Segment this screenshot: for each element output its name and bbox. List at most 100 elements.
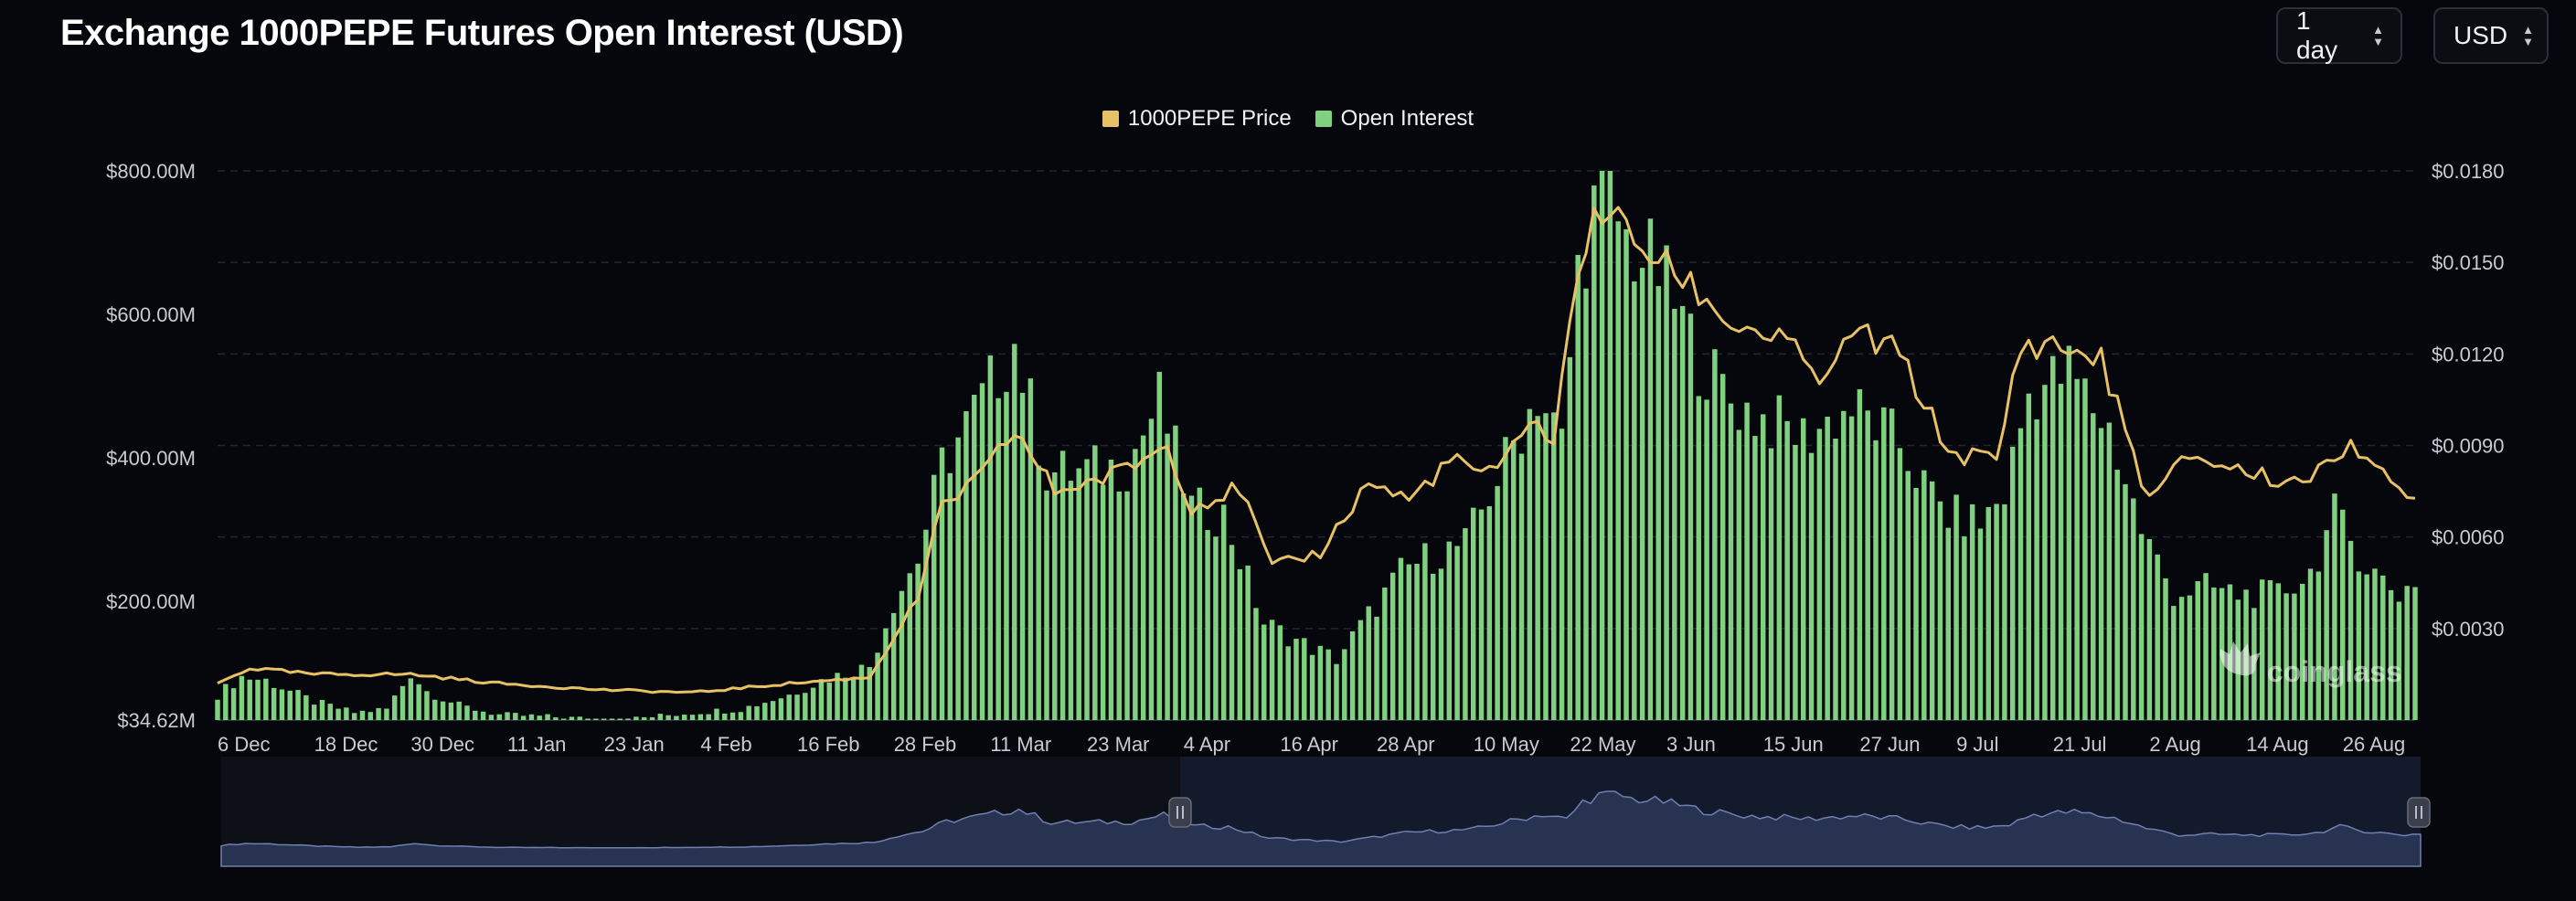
x-axis-tick-label: 2 Aug bbox=[2149, 733, 2200, 756]
x-axis-tick-label: 28 Apr bbox=[1377, 733, 1435, 756]
open-interest-bar bbox=[883, 628, 889, 720]
left-y-axis: $800.00M $600.00M $400.00M $200.00M $34.62M bbox=[106, 160, 196, 732]
open-interest-bar bbox=[1962, 535, 1967, 720]
open-interest-bar bbox=[1389, 572, 1396, 720]
open-interest-bar bbox=[2171, 606, 2177, 720]
right-axis-tick-label: $0.0090 bbox=[2432, 435, 2505, 458]
open-interest-bar bbox=[1744, 402, 1750, 720]
open-interest-bar bbox=[1559, 429, 1565, 720]
open-interest-bar bbox=[271, 687, 277, 720]
open-interest-bar bbox=[1486, 505, 1493, 720]
open-interest-bar bbox=[1277, 625, 1283, 720]
open-interest-bar bbox=[931, 474, 937, 720]
open-interest-bar bbox=[1672, 308, 1677, 720]
open-interest-bar bbox=[416, 684, 421, 720]
open-interest-bar bbox=[858, 664, 865, 720]
open-interest-bar bbox=[617, 718, 623, 720]
open-interest-bar bbox=[1325, 649, 1331, 720]
open-interest-bar bbox=[649, 716, 655, 720]
open-interest-bar bbox=[2163, 578, 2168, 720]
open-interest-bar bbox=[1406, 564, 1411, 720]
open-interest-bar bbox=[2299, 583, 2305, 720]
open-interest-bar bbox=[1599, 171, 1605, 720]
open-interest-bar bbox=[473, 710, 478, 720]
open-interest-bar bbox=[1841, 410, 1847, 720]
open-interest-bar bbox=[2042, 385, 2048, 720]
open-interest-bar bbox=[1511, 440, 1517, 720]
open-interest-bar bbox=[2155, 554, 2160, 720]
open-interest-bar bbox=[1543, 413, 1549, 720]
open-interest-bar bbox=[1583, 288, 1589, 720]
open-interest-bar bbox=[1728, 403, 1734, 720]
open-interest-bar bbox=[1237, 568, 1243, 720]
open-interest-bar bbox=[392, 695, 398, 720]
open-interest-bar bbox=[1825, 416, 1830, 720]
x-axis-tick-label: 27 Jun bbox=[1859, 733, 1920, 756]
open-interest-bar bbox=[1205, 530, 1210, 720]
open-interest-bar bbox=[593, 718, 599, 720]
open-interest-bar bbox=[1044, 490, 1049, 720]
open-interest-bar bbox=[762, 703, 768, 720]
open-interest-bar bbox=[633, 716, 639, 720]
x-axis-tick-label: 14 Aug bbox=[2246, 733, 2309, 756]
open-interest-bar bbox=[1768, 448, 1774, 720]
open-interest-bar bbox=[1913, 487, 1919, 720]
open-interest-bar bbox=[1342, 649, 1347, 720]
open-interest-bar bbox=[1623, 228, 1629, 721]
open-interest-bar bbox=[230, 688, 237, 720]
open-interest-bar bbox=[665, 715, 671, 720]
open-interest-bar bbox=[464, 705, 470, 720]
open-interest-bar bbox=[1889, 408, 1895, 720]
open-interest-bar bbox=[786, 694, 792, 720]
open-interest-bar bbox=[1349, 631, 1356, 720]
open-interest-bar bbox=[1084, 459, 1090, 720]
open-interest-bar bbox=[1784, 420, 1790, 720]
x-axis-tick-label: 22 May bbox=[1570, 733, 1635, 756]
open-interest-bar bbox=[1833, 439, 1838, 720]
open-interest-bar bbox=[1535, 416, 1540, 720]
open-interest-bar bbox=[706, 714, 711, 720]
open-interest-bar bbox=[1969, 504, 1975, 720]
open-interest-bar bbox=[2066, 345, 2072, 720]
left-axis-tick-label: $200.00M bbox=[106, 590, 196, 613]
open-interest-bar bbox=[319, 699, 325, 720]
navigator-right-handle[interactable] bbox=[2407, 797, 2431, 828]
open-interest-bar bbox=[279, 689, 285, 720]
open-interest-bar bbox=[1133, 449, 1138, 720]
open-interest-bar bbox=[1036, 465, 1041, 720]
open-interest-bar bbox=[1873, 440, 1879, 720]
open-interest-bar bbox=[1446, 541, 1453, 720]
x-axis-tick-label: 4 Apr bbox=[1184, 733, 1230, 756]
x-axis-tick-label: 6 Dec bbox=[218, 733, 270, 756]
open-interest-bar bbox=[1615, 221, 1621, 721]
open-interest-bar bbox=[2195, 581, 2200, 720]
open-interest-bar bbox=[1607, 171, 1613, 720]
open-interest-bar bbox=[1591, 185, 1597, 720]
open-interest-bar bbox=[2114, 470, 2120, 720]
open-interest-bar bbox=[1261, 624, 1267, 720]
open-interest-bar bbox=[496, 714, 502, 720]
open-interest-bar bbox=[1454, 546, 1460, 720]
navigator-left-handle[interactable] bbox=[1168, 797, 1192, 828]
open-interest-bar bbox=[1478, 509, 1485, 720]
open-interest-bar bbox=[2267, 579, 2273, 720]
open-interest-bar bbox=[1696, 396, 1702, 720]
open-interest-bar bbox=[585, 718, 591, 720]
open-interest-bar bbox=[1816, 429, 1823, 720]
open-interest-bar bbox=[1808, 452, 1815, 720]
open-interest-bar bbox=[1108, 459, 1114, 720]
open-interest-bar bbox=[2380, 575, 2386, 720]
open-interest-bar bbox=[2340, 509, 2346, 720]
open-interest-bar bbox=[1679, 305, 1686, 720]
open-interest-bar bbox=[674, 716, 679, 720]
open-interest-bar bbox=[697, 714, 704, 720]
open-interest-bar bbox=[2123, 483, 2128, 720]
range-navigator[interactable] bbox=[220, 757, 2431, 867]
open-interest-bar bbox=[1140, 435, 1146, 720]
right-axis-tick-label: $0.0150 bbox=[2432, 251, 2505, 274]
x-axis-tick-label: 11 Jan bbox=[507, 733, 566, 756]
open-interest-bar bbox=[1567, 356, 1573, 720]
open-interest-bar bbox=[215, 699, 220, 720]
open-interest-bar bbox=[729, 712, 736, 720]
open-interest-bar bbox=[1068, 481, 1074, 720]
